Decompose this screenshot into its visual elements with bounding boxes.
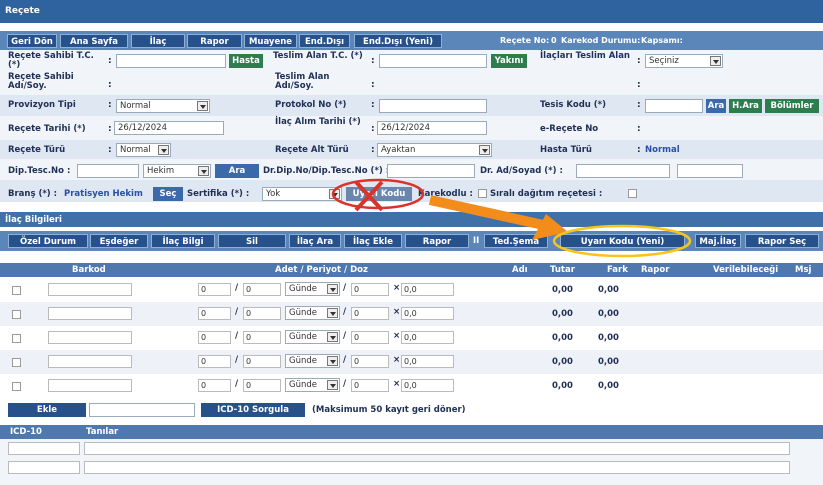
yellow-circle-annotation: [552, 224, 692, 258]
orange-arrow-annotation: [428, 195, 550, 231]
annotation-overlay: [331, 178, 692, 258]
